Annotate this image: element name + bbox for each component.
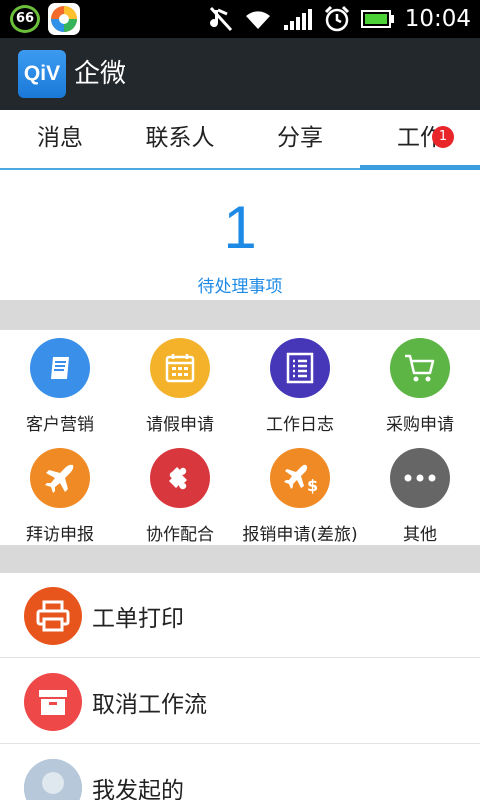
cart-icon — [390, 338, 450, 398]
printer-icon — [24, 587, 82, 645]
wifi-icon — [243, 7, 273, 31]
calendar-icon — [150, 338, 210, 398]
work-grid: 客户营销 请假申请 工作日志 采购申请 拜访申报 协作配合 $ 报销申请(差旅)… — [0, 330, 480, 545]
tab-work-badge: 1 — [432, 126, 454, 148]
grid-item-label: 请假申请 — [146, 415, 214, 435]
tab-contacts[interactable]: 联系人 — [120, 110, 240, 168]
list-icon — [270, 338, 330, 398]
grid-item-label: 采购申请 — [386, 415, 454, 435]
archive-icon — [24, 673, 82, 731]
grid-item-purchase-request[interactable]: 采购申请 — [360, 330, 480, 436]
svg-text:$: $ — [307, 476, 318, 495]
pending-summary[interactable]: 1 待处理事项 — [0, 172, 480, 300]
mute-icon — [209, 6, 233, 32]
grid-item-other[interactable]: 其他 — [360, 440, 480, 546]
clock-time: 10:04 — [404, 6, 471, 32]
section-divider — [0, 545, 480, 573]
grid-item-collaboration[interactable]: 协作配合 — [120, 440, 240, 546]
grid-item-visit-report[interactable]: 拜访申报 — [0, 440, 120, 546]
tab-work[interactable]: 工作 1 — [360, 110, 480, 170]
tab-bar: 消息 联系人 分享 工作 1 — [0, 110, 480, 170]
plane-icon — [30, 448, 90, 508]
grid-item-label: 协作配合 — [146, 525, 214, 545]
list-item-label: 我发起的 — [92, 778, 184, 800]
pending-count: 1 — [223, 194, 257, 261]
grid-item-label: 报销申请(差旅) — [242, 525, 358, 545]
puzzle-icon — [150, 448, 210, 508]
more-icon — [390, 448, 450, 508]
book-icon — [30, 338, 90, 398]
section-divider — [0, 300, 480, 330]
list-item-initiated-by-me[interactable]: 我发起的 — [0, 745, 480, 800]
list-item-ticket-print[interactable]: 工单打印 — [0, 573, 480, 658]
app-bar: QiV 企微 — [0, 38, 480, 110]
status-bar: 66 10:04 — [0, 0, 480, 38]
grid-item-label: 工作日志 — [266, 415, 334, 435]
app-logo[interactable]: QiV — [18, 50, 66, 98]
grid-item-label: 客户营销 — [26, 415, 94, 435]
list-item-label: 工单打印 — [92, 606, 184, 632]
pending-label: 待处理事项 — [197, 277, 283, 297]
alarm-icon — [323, 5, 351, 33]
plane-money-icon: $ — [270, 448, 330, 508]
grid-item-work-log[interactable]: 工作日志 — [240, 330, 360, 436]
avatar-icon — [24, 759, 82, 800]
grid-item-leave-request[interactable]: 请假申请 — [120, 330, 240, 436]
app-store-icon — [48, 3, 80, 35]
list-item-cancel-workflow[interactable]: 取消工作流 — [0, 659, 480, 744]
grid-item-customer-marketing[interactable]: 客户营销 — [0, 330, 120, 436]
battery-saver-badge: 66 — [10, 5, 40, 33]
tab-messages[interactable]: 消息 — [0, 110, 120, 168]
battery-icon — [360, 9, 395, 29]
signal-icon — [283, 7, 313, 31]
grid-item-label: 拜访申报 — [26, 525, 94, 545]
app-title: 企微 — [74, 59, 127, 89]
grid-item-travel-expense[interactable]: $ 报销申请(差旅) — [240, 440, 360, 546]
tab-share[interactable]: 分享 — [240, 110, 360, 168]
list-item-label: 取消工作流 — [92, 692, 207, 718]
grid-item-label: 其他 — [403, 525, 437, 545]
